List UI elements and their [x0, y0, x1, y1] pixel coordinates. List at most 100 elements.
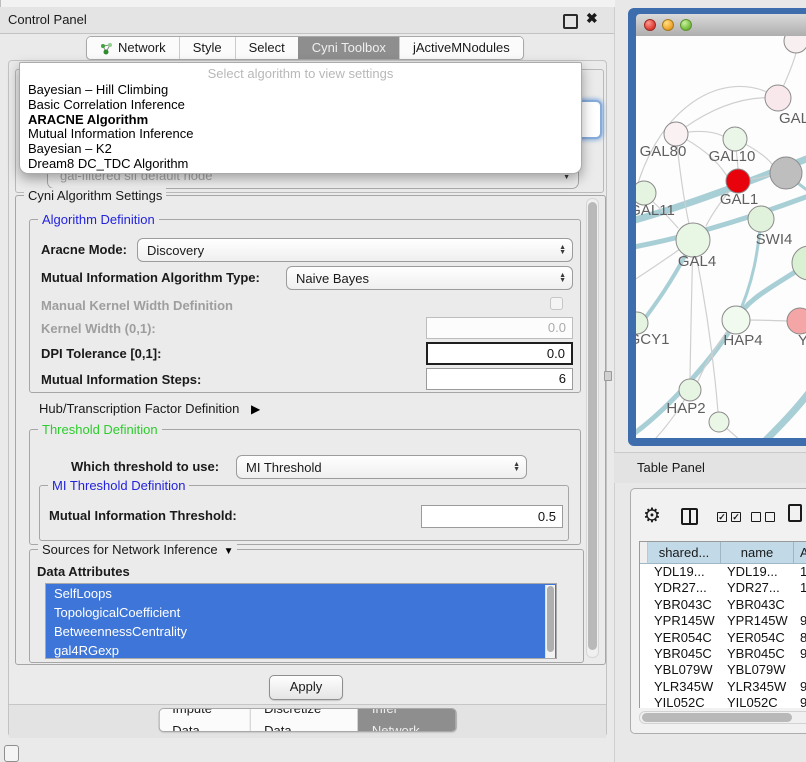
table-row[interactable]: YPR145WYPR145W9. — [640, 613, 806, 629]
table-scrollbar-thumb[interactable] — [642, 713, 792, 722]
settings-scrollbar-thumb[interactable] — [588, 202, 597, 650]
network-node-hap4[interactable] — [722, 306, 750, 334]
panel-divider-handle[interactable] — [604, 371, 612, 381]
row-gutter — [640, 597, 648, 613]
column-split-icon[interactable] — [681, 508, 698, 525]
mi-steps-label: Mutual Information Steps: — [41, 369, 201, 391]
algorithm-option[interactable]: Dream8 DC_TDC Algorithm — [20, 157, 581, 172]
tab-infer-network[interactable]: Infer Network — [358, 709, 456, 731]
gear-icon[interactable]: ⚙ — [643, 503, 661, 528]
algorithm-dropdown-list: Select algorithm to view settings Bayesi… — [19, 62, 582, 174]
manual-kernel-checkbox[interactable] — [550, 297, 563, 310]
table-row[interactable]: YBR045CYBR045C9. — [640, 646, 806, 662]
network-node-hap2[interactable] — [679, 379, 701, 401]
combo-stepper-icon: ▲▼ — [559, 245, 566, 255]
network-graph: GALGAL80GAL10GAL1GAL11SWI4GAL4HAP4YGCY1H… — [636, 36, 806, 438]
algorithm-option[interactable]: Basic Correlation Inference — [20, 98, 581, 113]
data-attributes-list: SelfLoopsTopologicalCoefficientBetweenne… — [45, 583, 557, 659]
attribute-list-item[interactable]: gal4RGexp — [46, 641, 556, 659]
column-header-1[interactable]: shared... — [648, 542, 721, 564]
tab-style[interactable]: Style — [179, 37, 235, 59]
table-row[interactable]: YER054CYER054C8. — [640, 630, 806, 646]
tab-label: Infer Network — [372, 708, 443, 732]
unchecked-boxes-icon[interactable] — [751, 512, 775, 522]
mi-steps-field[interactable]: 6 — [426, 368, 573, 390]
minimized-panel-icon[interactable] — [4, 745, 19, 762]
cyni-algorithm-settings-label: Cyni Algorithm Settings — [24, 188, 166, 203]
row-gutter — [640, 613, 648, 629]
network-node-gal1[interactable] — [726, 169, 750, 193]
tab-jactivemnodules[interactable]: jActiveMNodules — [399, 37, 523, 59]
tab-network[interactable]: Network — [87, 37, 179, 59]
mi-threshold-field[interactable]: 0.5 — [421, 505, 563, 528]
table-row[interactable]: YIL052CYIL052C9 — [640, 695, 806, 708]
mi-threshold-label: Mutual Information Threshold: — [49, 504, 237, 528]
attribute-list-item[interactable]: SelfLoops — [46, 584, 556, 603]
zoom-traffic-light-icon[interactable] — [680, 19, 692, 31]
checked-boxes-icon[interactable]: ✓✓ — [717, 512, 741, 522]
settings-scrollbar[interactable] — [586, 198, 599, 658]
control-panel: Control Panel ✖ NetworkStyleSelectCyni T… — [0, 0, 615, 762]
minimize-traffic-light-icon[interactable] — [662, 19, 674, 31]
page-icon[interactable] — [788, 504, 802, 522]
apply-button[interactable]: Apply — [269, 675, 343, 700]
algorithm-option[interactable]: Mutual Information Inference — [20, 127, 581, 142]
tab-cyni-toolbox[interactable]: Cyni Toolbox — [298, 37, 399, 59]
network-tab-icon — [100, 42, 113, 55]
network-node-y[interactable] — [787, 308, 806, 334]
table-row[interactable]: YBR043CYBR043C — [640, 597, 806, 613]
network-node-gal[interactable] — [765, 85, 791, 111]
kernel-width-field[interactable]: 0.0 — [426, 317, 573, 339]
table-cell: 9. — [794, 613, 806, 629]
table-cell: YDL19... — [648, 564, 721, 580]
column-header-3[interactable]: A — [794, 542, 806, 564]
network-node[interactable] — [784, 36, 806, 53]
node-label: HAP2 — [666, 400, 705, 417]
network-node[interactable] — [709, 412, 729, 432]
table-horizontal-scrollbar[interactable] — [639, 711, 806, 724]
tab-impute-data[interactable]: Impute Data — [159, 709, 250, 731]
table-cell: YDR27... — [648, 580, 721, 596]
cyni-toolbox-panel: gal-filtered sif default node ▲▼ Select … — [8, 60, 607, 737]
table-panel-titlebar: Table Panel — [614, 452, 806, 483]
which-threshold-combo[interactable]: MI Threshold ▲▼ — [236, 455, 527, 479]
algorithm-option[interactable]: ARACNE Algorithm — [20, 113, 581, 128]
combo-stepper-icon: ▲▼ — [513, 462, 520, 472]
close-icon[interactable]: ✖ — [586, 10, 598, 27]
network-node-swi4[interactable] — [748, 206, 774, 232]
tab-discretize-data[interactable]: Discretize Data — [250, 709, 358, 731]
table-cell: YPR145W — [721, 613, 794, 629]
mi-algorithm-type-combo[interactable]: Naive Bayes ▲▼ — [286, 266, 573, 290]
network-node[interactable] — [770, 157, 802, 189]
table-cell: YBR043C — [648, 597, 721, 613]
network-node-gal4[interactable] — [676, 223, 710, 257]
attributes-list-scrollbar[interactable] — [545, 585, 555, 659]
attributes-scrollbar-thumb[interactable] — [547, 586, 554, 652]
tab-select[interactable]: Select — [235, 37, 298, 59]
attribute-list-item[interactable]: BetweennessCentrality — [46, 622, 556, 641]
aracne-mode-combo[interactable]: Discovery ▲▼ — [137, 238, 573, 262]
table-cell: YER054C — [648, 630, 721, 646]
table-cell — [794, 597, 806, 613]
table-cell: YBL079W — [648, 662, 721, 678]
dpi-tolerance-field[interactable]: 0.0 — [426, 342, 573, 365]
table-row[interactable]: YLR345WYLR345W9. — [640, 679, 806, 695]
algorithm-option[interactable]: Bayesian – Hill Climbing — [20, 83, 581, 98]
algorithm-option[interactable]: Bayesian – K2 — [20, 142, 581, 157]
collapse-arrow-icon[interactable]: ▼ — [224, 546, 234, 557]
table-row[interactable]: YBL079WYBL079W — [640, 662, 806, 678]
row-gutter — [640, 679, 648, 695]
aracne-mode-value: Discovery — [147, 243, 204, 258]
attribute-list-item[interactable]: TopologicalCoefficient — [46, 603, 556, 622]
node-label: GCY1 — [636, 331, 669, 348]
table-row[interactable]: YDL19...YDL19...13 — [640, 564, 806, 580]
network-canvas[interactable]: GALGAL80GAL10GAL1GAL11SWI4GAL4HAP4YGCY1H… — [636, 36, 806, 438]
table-corner-cell — [640, 542, 648, 564]
column-header-2[interactable]: name — [721, 542, 794, 564]
float-icon[interactable] — [563, 14, 578, 29]
hub-tf-definition-expander[interactable]: Hub/Transcription Factor Definition ▶ — [39, 401, 260, 416]
table-row[interactable]: YDR27...YDR27...12 — [640, 580, 806, 596]
node-label: GAL10 — [709, 148, 756, 165]
network-window-titlebar[interactable] — [636, 14, 806, 37]
close-traffic-light-icon[interactable] — [644, 19, 656, 31]
